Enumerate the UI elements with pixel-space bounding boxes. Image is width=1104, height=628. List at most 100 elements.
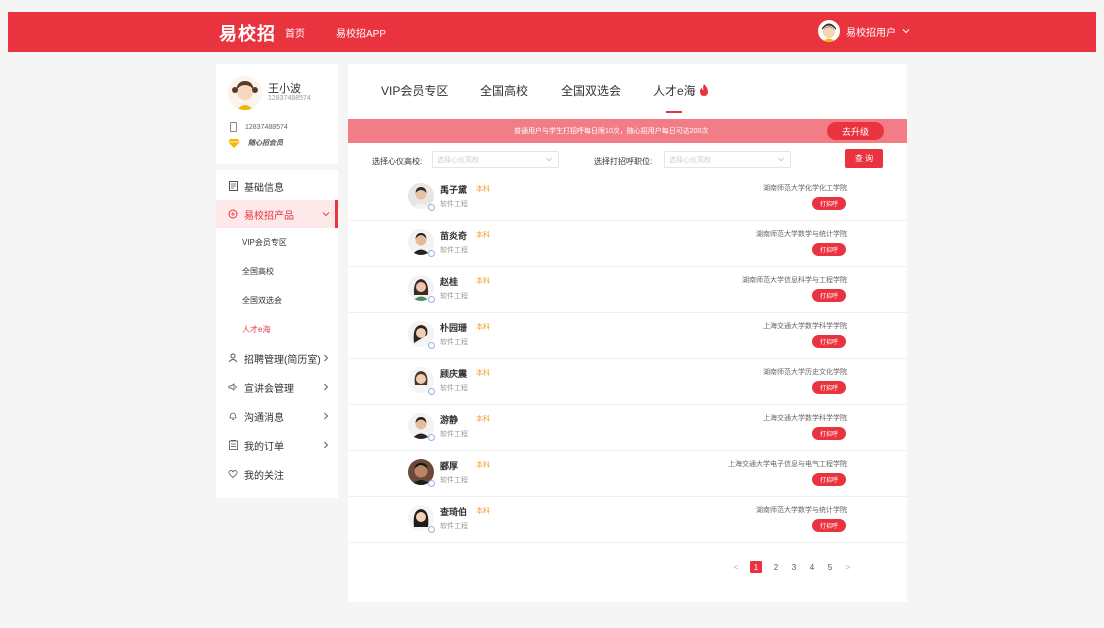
verified-badge: [428, 480, 435, 487]
gift-icon: [228, 209, 238, 219]
brand-logo[interactable]: 易校招: [219, 20, 276, 46]
candidate-name[interactable]: 郦厚: [440, 459, 458, 472]
chevron-down-icon: [778, 157, 784, 162]
sub-item-universities[interactable]: 全国高校: [216, 257, 338, 285]
candidate-major: 软件工程: [440, 477, 468, 484]
greet-button[interactable]: 打招呼: [812, 243, 846, 256]
verified-badge: [428, 342, 435, 349]
page-2-button[interactable]: 2: [772, 563, 780, 572]
flame-icon: [699, 84, 708, 96]
menu-messages[interactable]: 沟通消息: [216, 402, 338, 430]
sub-item-fairs[interactable]: 全国双选会: [216, 286, 338, 314]
menu-seminar[interactable]: 宣讲会管理: [216, 373, 338, 401]
candidate-major: 软件工程: [440, 431, 468, 438]
greet-button[interactable]: 打招呼: [812, 197, 846, 210]
page-1-button[interactable]: 1: [750, 561, 762, 573]
menu-basic-info-label: 基础信息: [244, 182, 284, 194]
upgrade-button[interactable]: 去升级: [827, 122, 884, 140]
candidate-degree: 本科: [476, 370, 490, 377]
verified-badge: [428, 434, 435, 441]
candidate-degree: 本科: [476, 186, 490, 193]
tab-fairs[interactable]: 全国双选会: [561, 82, 621, 99]
candidate-name[interactable]: 游静: [440, 413, 458, 426]
menu-orders[interactable]: 我的订单: [216, 431, 338, 459]
sub-item-talent[interactable]: 人才e海: [216, 315, 338, 343]
position-select[interactable]: 选择心仪高校: [664, 151, 791, 168]
greet-button[interactable]: 打招呼: [812, 381, 846, 394]
candidate-degree: 本科: [476, 278, 490, 285]
verified-badge: [428, 250, 435, 257]
profile-phone: 12837488574: [245, 123, 288, 131]
profile-phone-row: 12837488574: [230, 122, 288, 132]
candidate-name[interactable]: 查琦伯: [440, 505, 467, 518]
bell-icon: [228, 411, 238, 421]
menu-recruit-label: 招聘管理(简历室): [244, 354, 321, 366]
candidate-school: 上海交通大学数学科学学院: [763, 415, 847, 422]
chevron-right-icon: [324, 441, 329, 449]
candidate-major: 软件工程: [440, 523, 468, 530]
candidate-name[interactable]: 顾庆震: [440, 367, 467, 380]
tab-vip[interactable]: VIP会员专区: [381, 82, 448, 99]
menu-basic-info[interactable]: 基础信息: [216, 172, 338, 200]
greet-button[interactable]: 打招呼: [812, 473, 846, 486]
candidate-major: 软件工程: [440, 339, 468, 346]
candidate-name[interactable]: 禹子黛: [440, 183, 467, 196]
menu-follow[interactable]: 我的关注: [216, 460, 338, 488]
verified-badge: [428, 296, 435, 303]
prev-page-button[interactable]: <: [732, 563, 740, 572]
candidate-degree: 本科: [476, 232, 490, 239]
pagination: < 1 2 3 4 5 >: [732, 560, 862, 574]
menu-recruit[interactable]: 招聘管理(简历室): [216, 344, 338, 372]
query-button[interactable]: 查 询: [845, 149, 883, 168]
chevron-right-icon: [324, 412, 329, 420]
candidate-name[interactable]: 苗炎奇: [440, 229, 467, 242]
nav-home-link[interactable]: 首页: [285, 25, 305, 40]
page-5-button[interactable]: 5: [826, 563, 834, 572]
verified-badge: [428, 388, 435, 395]
candidate-row: 查琦伯 本科 软件工程 湖南师范大学数学与统计学院 打招呼: [348, 497, 907, 543]
menu-product[interactable]: 易校招产品: [216, 200, 338, 228]
greet-button[interactable]: 打招呼: [812, 519, 846, 532]
document-icon: [228, 181, 238, 191]
candidate-degree: 本科: [476, 462, 490, 469]
greet-button[interactable]: 打招呼: [812, 289, 846, 302]
menu-seminar-label: 宣讲会管理: [244, 383, 294, 395]
verified-badge: [428, 204, 435, 211]
phone-icon: [230, 122, 237, 132]
candidate-name[interactable]: 赵桂: [440, 275, 458, 288]
menu-product-label: 易校招产品: [244, 210, 294, 222]
order-icon: [228, 440, 238, 450]
sub-item-vip[interactable]: VIP会员专区: [216, 228, 338, 256]
notice-banner: 普通用户与学生打招呼每日限10次，随心招用户每日可达200次 去升级: [348, 119, 907, 143]
tab-talent-label: 人才e海: [653, 84, 696, 98]
tab-talent[interactable]: 人才e海: [653, 82, 709, 99]
next-page-button[interactable]: >: [844, 563, 852, 572]
user-name: 易校招用户: [846, 27, 896, 39]
menu-orders-label: 我的订单: [244, 441, 284, 453]
top-bar: 易校招 首页 易校招APP 易校招用户: [8, 12, 1096, 52]
chevron-right-icon: [324, 383, 329, 391]
school-select[interactable]: 选择心仪高校: [432, 151, 559, 168]
candidate-name[interactable]: 朴园珊: [440, 321, 467, 334]
candidate-school: 上海交通大学数学科学学院: [763, 323, 847, 330]
greet-button[interactable]: 打招呼: [812, 335, 846, 348]
user-avatar: [818, 20, 840, 42]
chevron-right-icon: [324, 354, 329, 362]
speaker-icon: [228, 382, 238, 392]
candidate-degree: 本科: [476, 508, 490, 515]
candidate-school: 湖南师范大学数学与统计学院: [756, 231, 847, 238]
menu-follow-label: 我的关注: [244, 470, 284, 482]
candidate-school: 湖南师范大学历史文化学院: [763, 369, 847, 376]
candidate-school: 上海交通大学电子信息与电气工程学院: [728, 461, 847, 468]
candidate-major: 软件工程: [440, 201, 468, 208]
position-filter-label: 选择打招呼职位:: [594, 157, 653, 166]
greet-button[interactable]: 打招呼: [812, 427, 846, 440]
school-select-placeholder: 选择心仪高校: [437, 156, 479, 164]
page-3-button[interactable]: 3: [790, 563, 798, 572]
user-menu[interactable]: 易校招用户: [818, 20, 910, 42]
profile-card: 王小波 12837488574 12837488574 随心招会员: [216, 64, 338, 164]
tab-universities[interactable]: 全国高校: [480, 82, 528, 99]
page-4-button[interactable]: 4: [808, 563, 816, 572]
nav-app-link[interactable]: 易校招APP: [336, 25, 386, 40]
candidate-row: 朴园珊 本科 软件工程 上海交通大学数学科学学院 打招呼: [348, 313, 907, 359]
